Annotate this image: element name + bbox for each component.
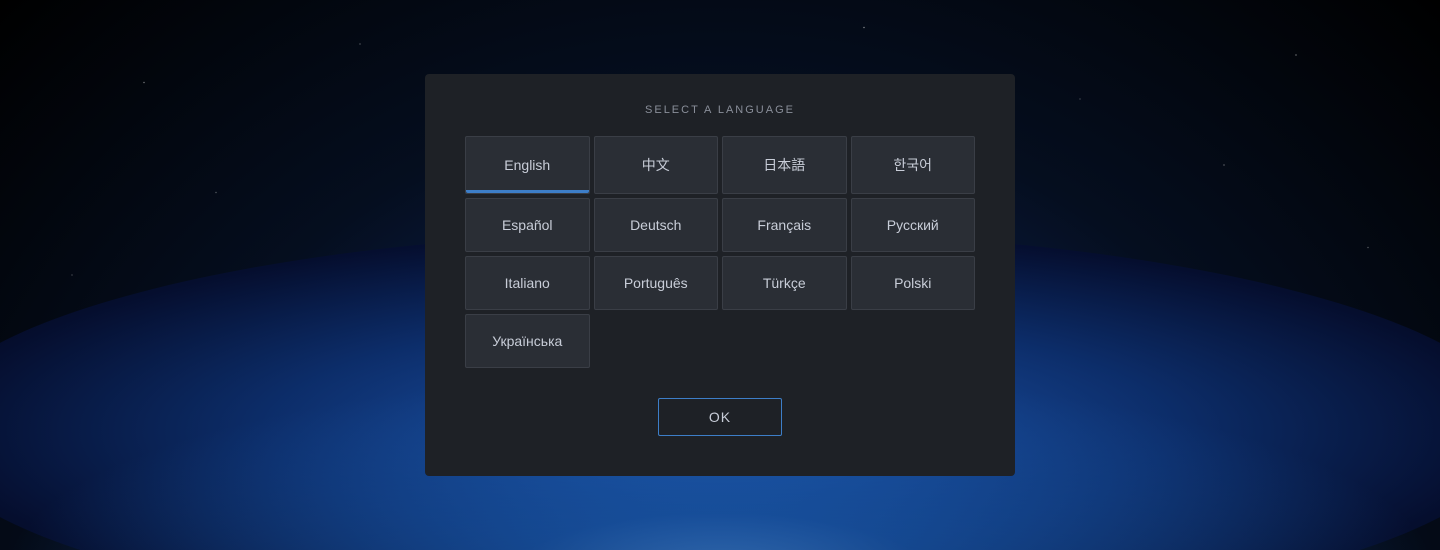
dialog-title: SELECT A LANGUAGE bbox=[465, 104, 975, 116]
lang-btn-english[interactable]: English bbox=[465, 136, 590, 194]
lang-btn-turkish[interactable]: Türkçe bbox=[722, 256, 847, 310]
lang-btn-italian[interactable]: Italiano bbox=[465, 256, 590, 310]
ok-button[interactable]: OK bbox=[658, 398, 782, 436]
lang-btn-chinese[interactable]: 中文 bbox=[594, 136, 719, 194]
ok-btn-wrapper: OK bbox=[465, 398, 975, 436]
lang-btn-japanese[interactable]: 日本語 bbox=[722, 136, 847, 194]
lang-btn-ukrainian[interactable]: Українська bbox=[465, 314, 590, 368]
lang-btn-spanish[interactable]: Español bbox=[465, 198, 590, 252]
lang-btn-portuguese[interactable]: Português bbox=[594, 256, 719, 310]
lang-btn-russian[interactable]: Русский bbox=[851, 198, 976, 252]
page-wrapper: SELECT A LANGUAGE English中文日本語한국어 Español… bbox=[0, 0, 1440, 550]
lang-btn-korean[interactable]: 한국어 bbox=[851, 136, 976, 194]
language-grid: English中文日本語한국어 EspañolDeutschFrançaisРус… bbox=[465, 136, 975, 368]
language-dialog: SELECT A LANGUAGE English中文日本語한국어 Español… bbox=[425, 74, 1015, 476]
lang-btn-polish[interactable]: Polski bbox=[851, 256, 976, 310]
lang-btn-german[interactable]: Deutsch bbox=[594, 198, 719, 252]
lang-btn-french[interactable]: Français bbox=[722, 198, 847, 252]
